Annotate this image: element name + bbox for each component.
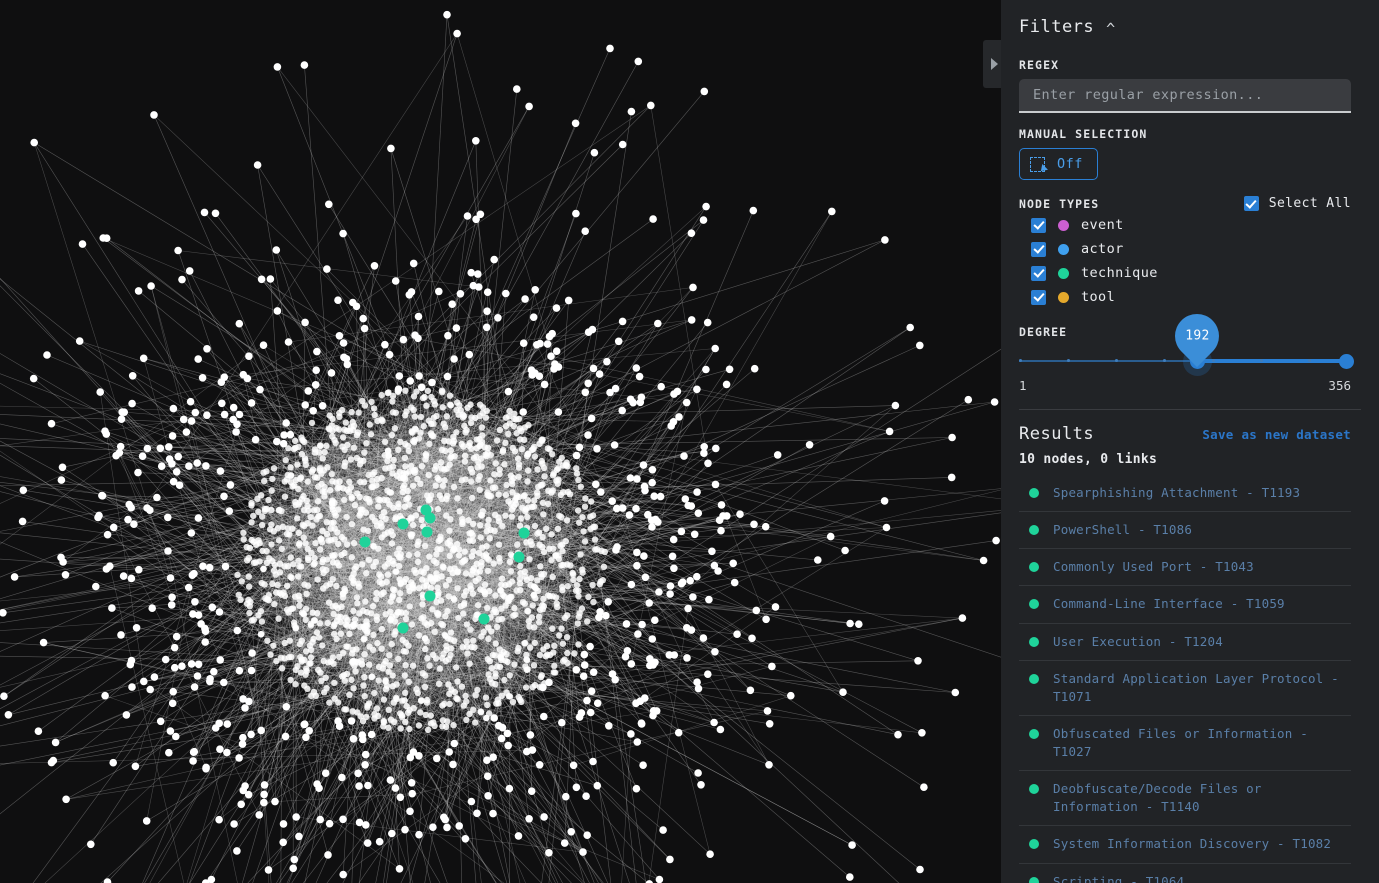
result-type-dot — [1029, 525, 1039, 536]
result-label[interactable]: User Execution - T1204 — [1053, 633, 1223, 651]
regex-field[interactable] — [1019, 79, 1351, 113]
result-type-dot — [1029, 673, 1039, 684]
results-list: Spearphishing Attachment - T1193 PowerShe… — [1019, 475, 1351, 883]
marquee-select-icon — [1030, 156, 1048, 174]
result-type-dot — [1029, 562, 1039, 573]
regex-input[interactable] — [1031, 86, 1339, 104]
node-type-label: technique — [1081, 265, 1158, 281]
result-row[interactable]: User Execution - T1204 — [1019, 622, 1351, 660]
degree-range-slider[interactable]: 192 — [1019, 304, 1354, 376]
filters-sidebar: Filters ^ REGEX MANUAL SELECTION Off NOD… — [1001, 0, 1379, 883]
network-graph[interactable] — [0, 0, 1001, 883]
result-row[interactable]: Spearphishing Attachment - T1193 — [1019, 475, 1351, 511]
results-count: 10 nodes, 0 links — [1019, 452, 1158, 467]
node-type-color-dot — [1058, 243, 1069, 255]
result-row[interactable]: System Information Discovery - T1082 — [1019, 825, 1351, 862]
result-row[interactable]: PowerShell - T1086 — [1019, 511, 1351, 548]
node-type-checkbox[interactable] — [1031, 265, 1046, 281]
node-type-label: tool — [1081, 289, 1116, 305]
chevron-up-icon[interactable]: ^ — [1106, 21, 1115, 37]
result-label[interactable]: Commonly Used Port - T1043 — [1053, 558, 1254, 576]
node-type-color-dot — [1058, 219, 1069, 231]
result-type-dot — [1029, 636, 1039, 647]
result-type-dot — [1029, 784, 1039, 795]
result-label[interactable]: Obfuscated Files or Information - T1027 — [1053, 725, 1351, 761]
manual-selection-state: Off — [1057, 156, 1083, 172]
node-type-label: actor — [1081, 241, 1124, 257]
result-label[interactable]: Scripting - T1064 — [1053, 873, 1184, 883]
select-all-toggle[interactable]: Select All — [1243, 196, 1351, 211]
result-type-dot — [1029, 599, 1039, 610]
manual-selection-label: MANUAL SELECTION — [1019, 127, 1148, 141]
section-divider — [1019, 409, 1361, 410]
node-types-label: NODE TYPES — [1019, 196, 1100, 211]
node-type-row[interactable]: event — [1019, 213, 1351, 237]
highlighted-node[interactable] — [478, 613, 490, 625]
highlighted-node[interactable] — [424, 590, 436, 602]
result-type-dot — [1029, 839, 1039, 850]
result-label[interactable]: PowerShell - T1086 — [1053, 521, 1192, 539]
highlighted-node[interactable] — [397, 622, 409, 634]
highlighted-node[interactable] — [421, 526, 433, 538]
node-type-color-dot — [1058, 267, 1069, 279]
result-row[interactable]: Commonly Used Port - T1043 — [1019, 548, 1351, 585]
highlighted-node[interactable] — [518, 527, 530, 539]
highlighted-node[interactable] — [513, 551, 525, 563]
save-as-new-dataset-link[interactable]: Save as new dataset — [1202, 427, 1351, 442]
slider-tick — [1307, 359, 1311, 362]
result-row[interactable]: Deobfuscate/Decode Files or Information … — [1019, 770, 1351, 825]
select-all-checkbox[interactable] — [1243, 196, 1259, 211]
select-all-label: Select All — [1268, 196, 1351, 211]
highlighted-node[interactable] — [397, 518, 409, 530]
result-row[interactable]: Command-Line Interface - T1059 — [1019, 585, 1351, 622]
highlighted-node[interactable] — [359, 536, 371, 548]
degree-value-bubble: 192 — [1165, 304, 1229, 368]
degree-value-text: 192 — [1184, 328, 1210, 344]
degree-slider-handle-high[interactable] — [1339, 354, 1354, 369]
slider-tick — [1211, 359, 1215, 362]
degree-filter: DEGREE 192 1 356 — [1019, 304, 1354, 393]
node-types-list: event actor technique tool — [1019, 213, 1351, 309]
node-type-checkbox[interactable] — [1031, 241, 1046, 257]
result-row[interactable]: Scripting - T1064 — [1019, 862, 1351, 883]
results-title: Results — [1019, 424, 1095, 444]
result-type-dot — [1029, 728, 1039, 739]
result-label[interactable]: System Information Discovery - T1082 — [1053, 835, 1331, 853]
node-type-row[interactable]: actor — [1019, 237, 1351, 261]
slider-tick — [1019, 359, 1022, 362]
node-type-checkbox[interactable] — [1031, 217, 1046, 233]
filters-header[interactable]: Filters ^ — [1019, 0, 1351, 44]
panel-collapse-handle[interactable] — [983, 40, 1001, 88]
manual-selection-toggle[interactable]: Off — [1019, 148, 1098, 180]
node-type-row[interactable]: technique — [1019, 261, 1351, 285]
slider-tick — [1259, 359, 1263, 362]
node-type-checkbox[interactable] — [1031, 289, 1046, 305]
result-label[interactable]: Deobfuscate/Decode Files or Information … — [1053, 780, 1351, 816]
chevron-right-icon — [990, 58, 998, 70]
result-label[interactable]: Command-Line Interface - T1059 — [1053, 595, 1285, 613]
node-type-row[interactable]: tool — [1019, 285, 1351, 309]
regex-label: REGEX — [1019, 58, 1060, 72]
filters-title: Filters — [1019, 17, 1095, 37]
highlighted-node[interactable] — [424, 512, 436, 524]
graph-explorer-app: Filters ^ REGEX MANUAL SELECTION Off NOD… — [0, 0, 1379, 883]
node-type-label: event — [1081, 217, 1124, 233]
result-type-dot — [1029, 488, 1039, 498]
result-type-dot — [1029, 876, 1039, 883]
result-row[interactable]: Standard Application Layer Protocol - T1… — [1019, 659, 1351, 715]
result-label[interactable]: Spearphishing Attachment - T1193 — [1053, 484, 1300, 502]
degree-min-label: 1 — [1019, 378, 1027, 393]
result-label[interactable]: Standard Application Layer Protocol - T1… — [1053, 670, 1351, 706]
result-row[interactable]: Obfuscated Files or Information - T1027 — [1019, 714, 1351, 770]
node-type-color-dot — [1058, 291, 1069, 303]
degree-max-label: 356 — [1328, 378, 1351, 393]
graph-canvas[interactable] — [0, 0, 1001, 883]
